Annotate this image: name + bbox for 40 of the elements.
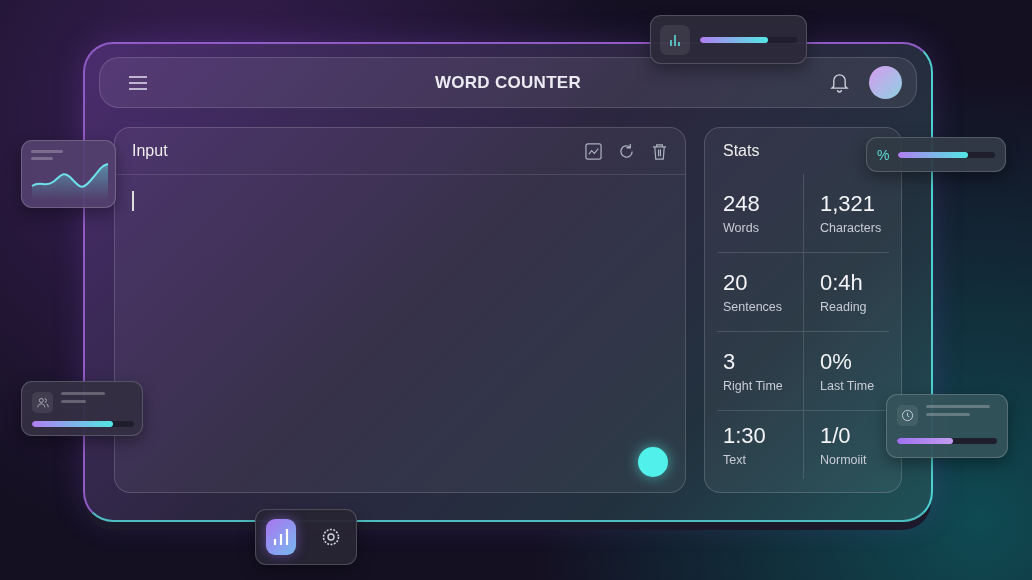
- stat-label: Normoiit: [820, 453, 868, 467]
- stat-label: Sentences: [723, 300, 784, 314]
- stat-value: 1:30: [723, 423, 767, 449]
- notifications-icon[interactable]: [830, 72, 849, 93]
- bar-chart-icon: [660, 24, 690, 55]
- percent-sign: %: [877, 146, 890, 163]
- skeleton-line: [61, 392, 105, 395]
- users-icon: [32, 392, 53, 413]
- gear-icon: [321, 527, 341, 547]
- skeleton-line: [31, 150, 63, 153]
- stat-value: 20: [723, 270, 749, 296]
- stat-value: 3: [723, 349, 737, 375]
- avatar[interactable]: [869, 66, 902, 99]
- stat-label: Text: [723, 453, 747, 467]
- stat-value: 0%: [820, 349, 853, 375]
- skeleton-line: [926, 405, 990, 408]
- stat-value: 1,321: [820, 191, 877, 217]
- chart-button[interactable]: [266, 519, 296, 555]
- bar-chart-icon: [271, 527, 291, 547]
- skeleton-line: [31, 157, 53, 160]
- stat-label: Reading: [820, 300, 868, 314]
- skeleton-line: [926, 413, 970, 416]
- image-icon[interactable]: [585, 142, 602, 160]
- app-title: WORD COUNTER: [434, 72, 582, 93]
- clock-icon: [897, 405, 918, 426]
- stat-label: Last Time: [820, 379, 876, 393]
- refresh-icon[interactable]: [618, 142, 635, 160]
- skeleton-line: [61, 400, 86, 403]
- delete-icon[interactable]: [651, 142, 668, 160]
- stat-label: Words: [723, 221, 760, 235]
- stat-value: 248: [723, 191, 761, 217]
- stat-label: Characters: [820, 221, 883, 235]
- stat-label: Right Time: [723, 379, 784, 393]
- panel-title: Stats: [723, 142, 760, 160]
- text-cursor: [132, 191, 134, 211]
- menu-icon[interactable]: [128, 74, 148, 91]
- stat-value: 0:4h: [820, 270, 864, 296]
- panel-title: Input: [132, 142, 168, 160]
- action-dot[interactable]: [638, 447, 668, 477]
- stat-value: 1/0: [820, 423, 852, 449]
